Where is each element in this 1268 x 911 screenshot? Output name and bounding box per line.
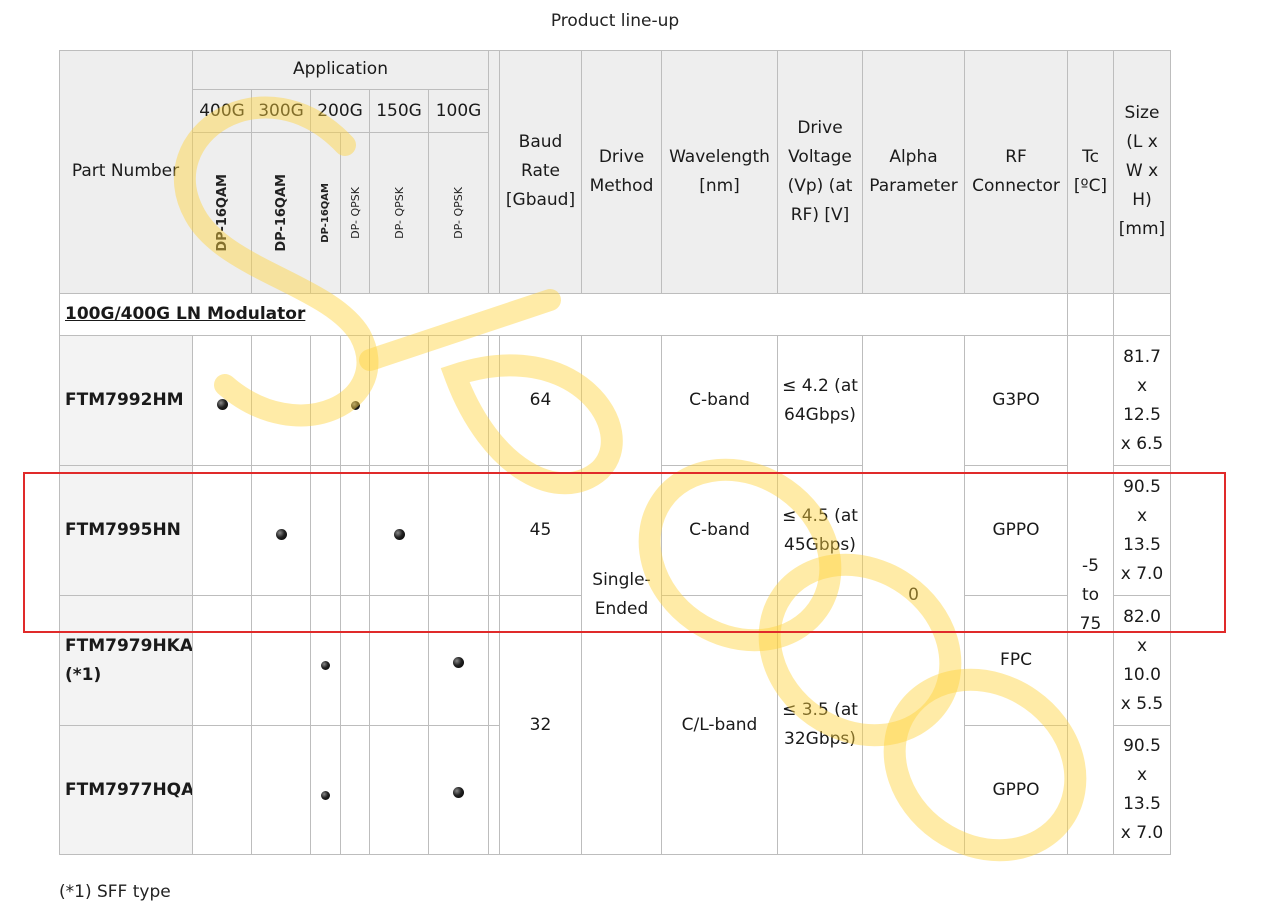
header-group-200g: 200G	[311, 90, 370, 133]
voltage-cell: ≤ 4.5 (at 45Gbps)	[778, 466, 863, 596]
mode-label-4: DP- QPSK	[348, 187, 362, 239]
header-rf-connector: RF Connector	[965, 50, 1068, 294]
baud-cell-32: 32	[500, 596, 582, 855]
application-dot	[217, 399, 228, 410]
part-number-cell: FTM7995HN	[59, 466, 193, 596]
app-cell	[370, 336, 429, 466]
voltage-cell-32: ≤ 3.5 (at 32Gbps)	[778, 596, 863, 855]
baud-cell: 64	[500, 336, 582, 466]
application-dot	[321, 791, 330, 800]
gap-cell	[489, 596, 500, 726]
header-mode-1: DP-16QAM	[193, 133, 252, 294]
header-mode-2: DP-16QAM	[252, 133, 311, 294]
header-mode-5: DP- QPSK	[370, 133, 429, 294]
app-cell	[311, 596, 341, 726]
app-cell	[370, 466, 429, 596]
header-group-400g: 400G	[193, 90, 252, 133]
section-size-blank	[1114, 294, 1171, 336]
app-cell	[429, 466, 489, 596]
alpha-cell: 0	[863, 336, 965, 855]
wavelength-cell: C-band	[662, 336, 778, 466]
header-part-number: Part Number	[59, 50, 193, 294]
header-group-300g: 300G	[252, 90, 311, 133]
header-application: Application	[193, 50, 489, 90]
app-cell	[311, 336, 341, 466]
wavelength-cell: C-band	[662, 466, 778, 596]
wavelength-cell-cl: C/L-band	[662, 596, 778, 855]
rf-cell: G3PO	[965, 336, 1068, 466]
part-number-cell: FTM7977HQA	[59, 726, 193, 855]
application-dot	[453, 657, 464, 668]
header-wavelength: Wavelength [nm]	[662, 50, 778, 294]
app-cell	[429, 336, 489, 466]
application-dot	[394, 529, 405, 540]
footnote: (*1) SFF type	[59, 882, 171, 902]
app-cell	[341, 726, 370, 855]
rf-cell: GPPO	[965, 466, 1068, 596]
app-cell	[311, 726, 341, 855]
mode-label-1: DP-16QAM	[214, 174, 230, 252]
gap-cell	[489, 726, 500, 855]
app-cell	[193, 726, 252, 855]
app-cell	[252, 466, 311, 596]
rf-cell: FPC	[965, 596, 1068, 726]
header-mode-3: DP-16QAM	[311, 133, 341, 294]
app-cell	[429, 726, 489, 855]
header-mode-6: DP- QPSK	[429, 133, 489, 294]
table-caption: Product line-up	[550, 11, 680, 31]
header-drive-voltage: Drive Voltage (Vp) (at RF) [V]	[778, 50, 863, 294]
header-group-100g: 100G	[429, 90, 489, 133]
header-size: Size (L x W x H) [mm]	[1114, 50, 1171, 294]
app-cell	[193, 336, 252, 466]
mode-label-3: DP-16QAM	[320, 183, 331, 243]
application-dot	[321, 661, 330, 670]
size-cell: 82.0 x 10.0 x 5.5	[1114, 596, 1171, 726]
header-alpha: Alpha Parameter	[863, 50, 965, 294]
application-dot	[276, 529, 287, 540]
size-cell: 90.5 x 13.5 x 7.0	[1114, 466, 1171, 596]
baud-cell: 45	[500, 466, 582, 596]
drive-method-cell: Single- Ended	[582, 336, 662, 855]
rf-cell: GPPO	[965, 726, 1068, 855]
tc-cell: -5 to 75	[1068, 336, 1114, 855]
mode-label-2: DP-16QAM	[273, 174, 289, 252]
header-baud-rate: Baud Rate [Gbaud]	[500, 50, 582, 294]
application-dot	[351, 401, 360, 410]
header-tc: Tc [ºC]	[1068, 50, 1114, 294]
product-table: Part Number Application 400G 300G 200G 1…	[59, 50, 1171, 855]
section-label: 100G/400G LN Modulator	[59, 294, 1068, 336]
voltage-cell: ≤ 4.2 (at 64Gbps)	[778, 336, 863, 466]
app-cell	[429, 596, 489, 726]
header-gap-top	[489, 50, 500, 294]
gap-cell	[489, 466, 500, 596]
app-cell	[193, 596, 252, 726]
app-cell	[341, 466, 370, 596]
part-number-cell: FTM7992HM	[59, 336, 193, 466]
app-cell	[252, 336, 311, 466]
app-cell	[193, 466, 252, 596]
app-cell	[311, 466, 341, 596]
part-number-cell: FTM7979HKA (*1)	[59, 596, 193, 726]
app-cell	[252, 596, 311, 726]
app-cell	[370, 596, 429, 726]
app-cell	[341, 596, 370, 726]
app-cell	[252, 726, 311, 855]
size-cell: 90.5 x 13.5 x 7.0	[1114, 726, 1171, 855]
size-cell: 81.7 x 12.5 x 6.5	[1114, 336, 1171, 466]
application-dot	[453, 787, 464, 798]
header-drive-method: Drive Method	[582, 50, 662, 294]
header-group-150g: 150G	[370, 90, 429, 133]
mode-label-6: DP- QPSK	[452, 187, 465, 239]
app-cell	[341, 336, 370, 466]
app-cell	[370, 726, 429, 855]
header-mode-4: DP- QPSK	[341, 133, 370, 294]
mode-label-5: DP- QPSK	[392, 187, 406, 239]
section-tc-blank	[1068, 294, 1114, 336]
gap-cell	[489, 336, 500, 466]
